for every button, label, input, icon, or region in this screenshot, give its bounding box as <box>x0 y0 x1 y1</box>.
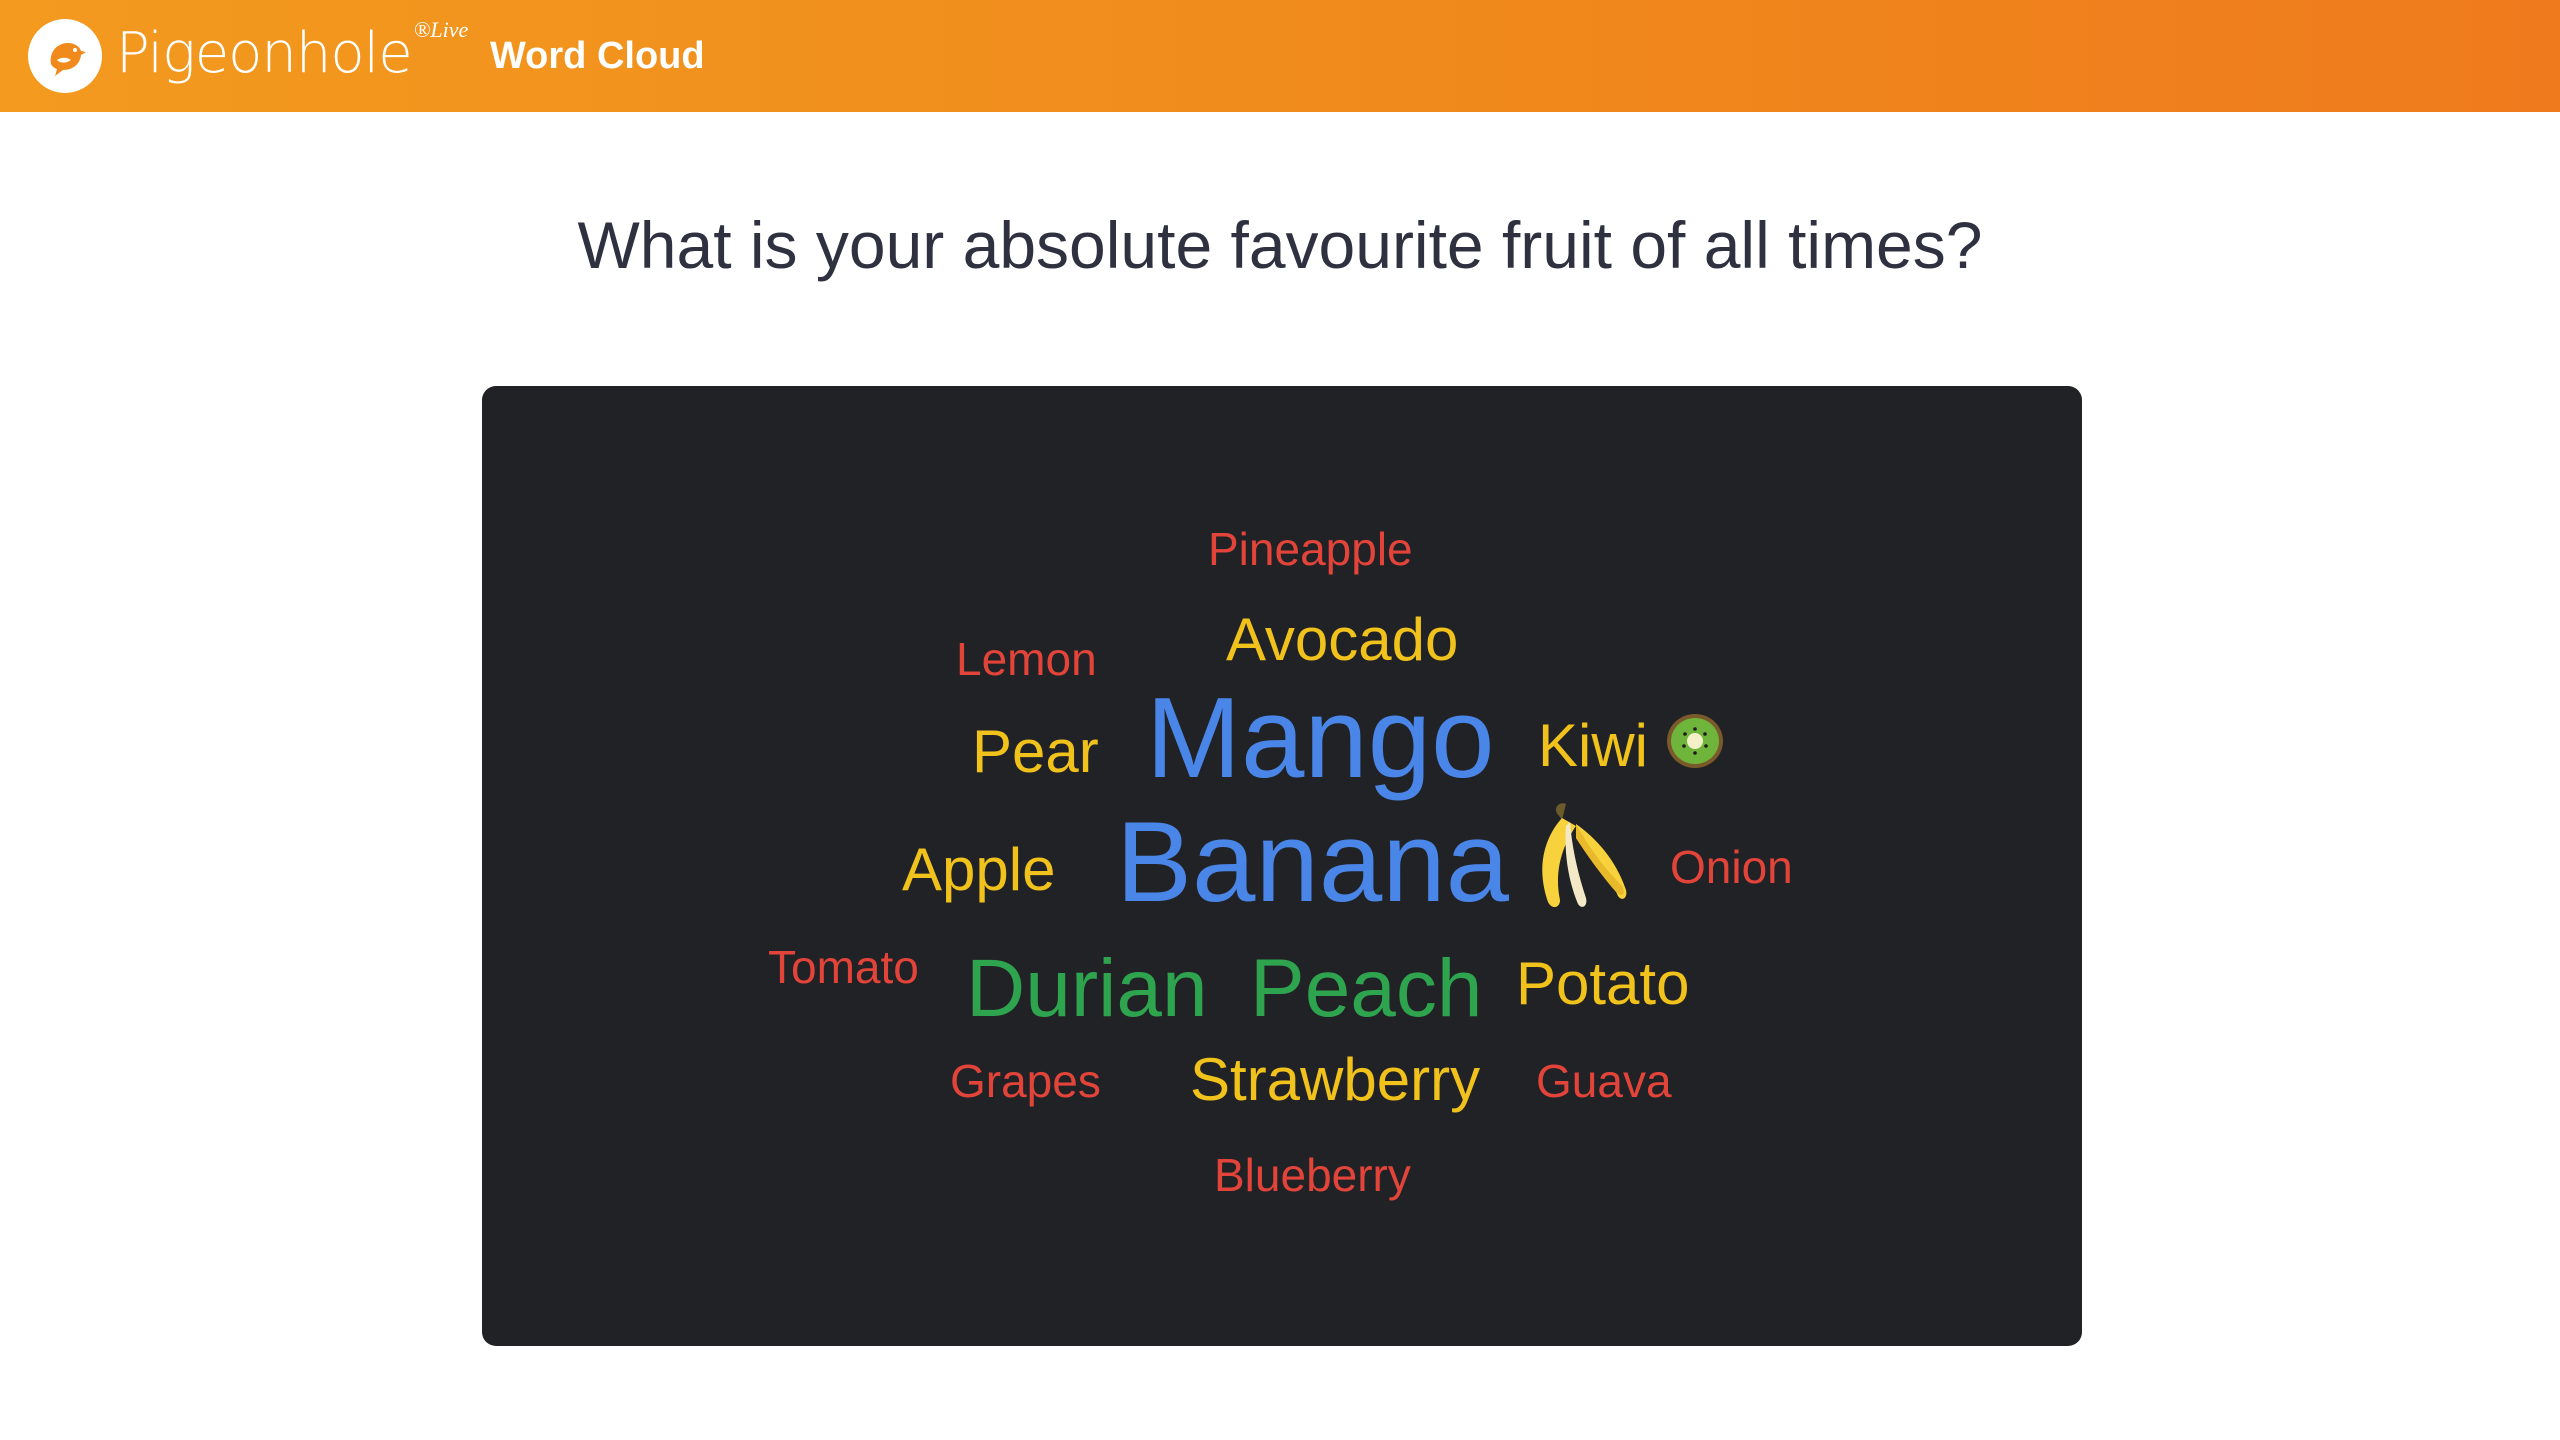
page-title: Word Cloud <box>490 35 705 77</box>
pigeonhole-logo[interactable]: Pigeonhole ®Live <box>28 16 469 96</box>
banana-icon <box>1526 798 1636 919</box>
word-potato: Potato <box>1516 950 1690 1017</box>
word-tomato: Tomato <box>768 941 919 993</box>
word-apple: Apple <box>902 836 1056 903</box>
kiwi-icon <box>1664 710 1726 777</box>
top-bar: Pigeonhole ®Live Word Cloud <box>0 0 2560 112</box>
question-text: What is your absolute favourite fruit of… <box>577 208 1983 282</box>
word-avocado: Avocado <box>1226 606 1459 673</box>
word-pear: Pear <box>972 718 1099 785</box>
word-banana: Banana <box>1116 799 1510 926</box>
word-peach: Peach <box>1250 943 1483 1034</box>
word-guava: Guava <box>1536 1055 1672 1107</box>
logo-live-superscript: ®Live <box>413 17 469 42</box>
word-kiwi: Kiwi <box>1538 712 1649 779</box>
word-durian: Durian <box>966 943 1208 1034</box>
word-strawberry: Strawberry <box>1190 1046 1481 1113</box>
word-grapes: Grapes <box>950 1055 1101 1107</box>
logo-wordmark: Pigeonhole <box>116 21 413 86</box>
word-blueberry: Blueberry <box>1214 1149 1411 1201</box>
word-pineapple: Pineapple <box>1208 523 1413 575</box>
pigeon-bird-icon <box>28 19 102 93</box>
word-onion: Onion <box>1670 841 1793 893</box>
word-cloud-panel: Pineapple Lemon Avocado Pear Mango Kiwi … <box>482 386 2082 1346</box>
word-mango: Mango <box>1146 675 1495 802</box>
word-lemon: Lemon <box>956 633 1097 685</box>
